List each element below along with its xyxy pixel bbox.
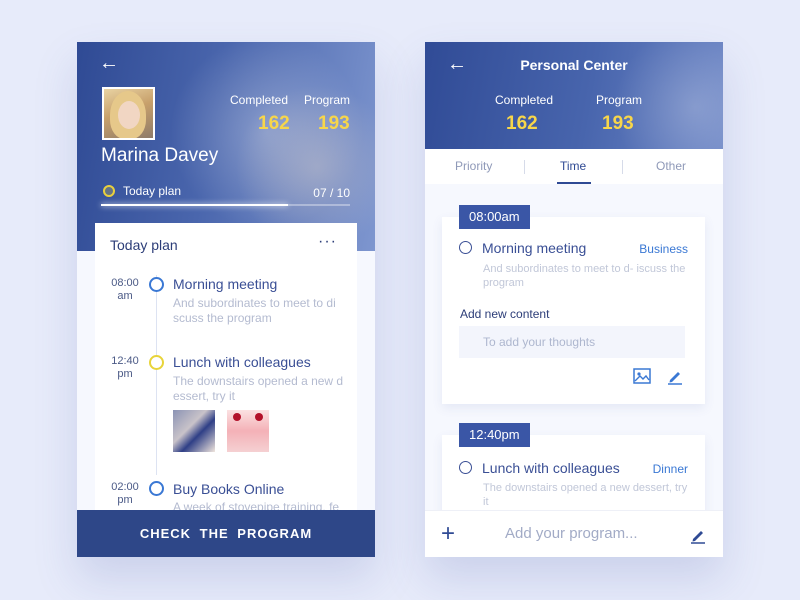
active-tab-indicator — [557, 182, 591, 184]
profile-screen: ← Completed 162 Program 193 Marina Davey… — [77, 42, 375, 557]
image-icon[interactable] — [633, 367, 651, 385]
timeline-dot-icon — [149, 277, 164, 292]
schedule-card[interactable]: Morning meeting Business And subordinate… — [442, 217, 705, 404]
completed-value: 162 — [506, 113, 538, 134]
timeline-title: Lunch with colleagues — [173, 354, 311, 370]
checkbox-circle-icon[interactable] — [459, 461, 472, 474]
milkshake-image[interactable] — [227, 410, 269, 452]
time-tag: 08:00am — [459, 205, 530, 229]
entry-title: Morning meeting — [482, 240, 587, 256]
add-content-label: Add new content — [460, 307, 550, 321]
blueberry-tart-image[interactable] — [173, 410, 215, 452]
timeline-desc: And subordinates to meet to di scuss the… — [173, 296, 336, 325]
profile-header: ← Completed 162 Program 193 Marina Davey… — [77, 42, 375, 251]
entry-category[interactable]: Business — [639, 242, 688, 256]
page-title: Personal Center — [520, 57, 628, 73]
entry-desc: And subordinates to meet to d- iscuss th… — [483, 263, 686, 289]
avatar[interactable] — [102, 87, 155, 140]
edit-icon[interactable] — [666, 367, 684, 385]
timeline-line — [156, 275, 157, 475]
personal-center-screen: ← Personal Center Completed 162 Program … — [425, 42, 723, 557]
today-plan-progress — [101, 204, 350, 206]
tab-bar: Priority Time Other — [425, 149, 723, 184]
plan-ring-icon — [103, 185, 115, 197]
tab-divider — [622, 160, 623, 174]
program-label: Program — [596, 93, 643, 107]
add-program-input[interactable]: Add your program... — [505, 525, 638, 542]
add-program-bar: + Add your program... — [425, 510, 723, 557]
timeline-title: Buy Books Online — [173, 481, 285, 497]
program-value: 193 — [318, 113, 350, 134]
today-plan-card: Today plan ··· 08:00 am Morning meeting A… — [95, 223, 357, 513]
personal-center-header: ← Personal Center Completed 162 Program … — [425, 42, 723, 149]
entry-category[interactable]: Dinner — [653, 462, 688, 476]
tab-priority[interactable]: Priority — [455, 159, 492, 173]
timeline-time: 08:00 am — [111, 277, 139, 302]
timeline-dot-icon — [149, 355, 164, 370]
timeline-time: 02:00 pm — [111, 481, 139, 506]
entry-desc: The downstairs opened a new dessert, try… — [483, 482, 688, 508]
edit-icon[interactable] — [689, 526, 707, 544]
completed-value: 162 — [258, 113, 290, 134]
completed-label: Completed — [495, 93, 554, 107]
program-value: 193 — [602, 113, 634, 134]
check-program-button[interactable]: CHECK THE PROGRAM — [77, 510, 375, 557]
plus-icon[interactable]: + — [441, 520, 455, 548]
program-label: Program — [304, 93, 351, 107]
checkbox-circle-icon[interactable] — [459, 241, 472, 254]
back-arrow-icon[interactable]: ← — [99, 53, 119, 73]
today-plan-count: 07 / 10 — [313, 186, 350, 200]
thoughts-input[interactable]: To add your thoughts — [459, 326, 685, 358]
user-name: Marina Davey — [101, 145, 219, 166]
completed-label: Completed — [230, 93, 289, 107]
timeline-desc: The downstairs opened a new d essert, tr… — [173, 374, 344, 403]
tab-other[interactable]: Other — [656, 159, 686, 173]
timeline-title: Morning meeting — [173, 276, 278, 292]
tab-time[interactable]: Time — [560, 159, 586, 173]
timeline-time: 12:40 pm — [111, 355, 139, 380]
time-tag: 12:40pm — [459, 423, 530, 447]
today-plan-label: Today plan — [123, 184, 182, 198]
tab-divider — [524, 160, 525, 174]
card-title: Today plan — [110, 237, 178, 253]
timeline-dot-icon — [149, 481, 164, 496]
progress-fill — [101, 204, 288, 206]
entry-title: Lunch with colleagues — [482, 460, 620, 476]
more-icon[interactable]: ··· — [318, 233, 337, 251]
